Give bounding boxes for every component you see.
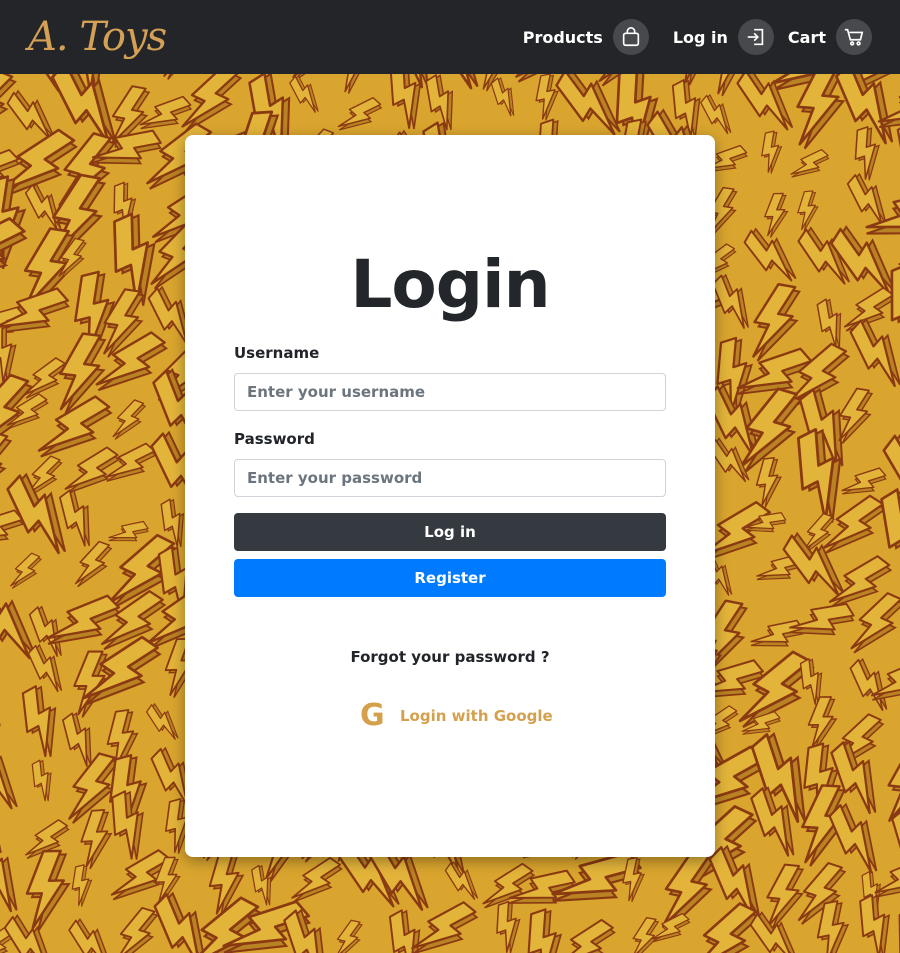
username-input[interactable] xyxy=(234,373,666,411)
lightning-bolt-icon xyxy=(700,93,732,135)
lightning-bolt-icon xyxy=(0,531,18,603)
password-input[interactable] xyxy=(234,459,666,497)
lightning-bolt-icon xyxy=(111,790,144,860)
navbar: A. Toys Products Log in Cart xyxy=(0,0,900,74)
google-login-link[interactable]: G Login with Google xyxy=(360,698,553,733)
lightning-bolt-icon xyxy=(338,74,367,94)
lightning-bolt-icon xyxy=(74,540,113,588)
lightning-bolt-icon xyxy=(115,906,159,953)
lightning-bolt-icon xyxy=(807,696,838,751)
login-arrow-icon xyxy=(737,19,774,55)
username-label: Username xyxy=(234,344,320,362)
lightning-bolt-icon xyxy=(766,863,805,931)
lightning-bolt-icon xyxy=(838,387,874,444)
brand-logo[interactable]: A. Toys xyxy=(28,14,167,60)
login-button[interactable]: Log in xyxy=(234,513,666,551)
lightning-bolt-icon xyxy=(3,914,54,953)
nav-login-label: Log in xyxy=(672,27,728,47)
lightning-bolt-icon xyxy=(761,130,783,174)
lightning-bolt-icon xyxy=(527,908,563,953)
lightning-bolt-icon xyxy=(10,552,42,589)
lightning-bolt-icon xyxy=(797,190,819,232)
lightning-bolt-icon xyxy=(71,864,93,907)
register-button[interactable]: Register xyxy=(234,559,666,597)
password-label: Password xyxy=(234,430,315,448)
lightning-bolt-icon xyxy=(896,696,900,757)
shopping-bag-icon xyxy=(612,19,649,55)
lightning-bolt-icon xyxy=(496,900,521,953)
lightning-bolt-icon xyxy=(890,74,900,76)
lightning-bolt-icon xyxy=(0,838,18,913)
nav-products-label: Products xyxy=(522,27,603,47)
lightning-bolt-icon xyxy=(31,759,52,802)
lightning-bolt-icon xyxy=(764,192,789,238)
lightning-bolt-icon xyxy=(755,456,783,508)
cart-icon xyxy=(836,19,872,55)
lightning-bolt-icon xyxy=(112,399,147,440)
lightning-bolt-icon xyxy=(68,917,112,953)
nav-cart-link[interactable]: Cart xyxy=(788,19,872,55)
google-login-label: Login with Google xyxy=(400,706,553,725)
lightning-bolt-icon xyxy=(162,74,201,80)
lightning-bolt-icon xyxy=(25,849,71,933)
lightning-bolt-icon xyxy=(849,317,900,388)
lightning-bolt-icon xyxy=(796,74,846,150)
lightning-bolt-icon xyxy=(790,148,830,178)
lightning-bolt-icon xyxy=(80,809,113,870)
nav-cart-label: Cart xyxy=(787,27,826,47)
lightning-bolt-icon xyxy=(335,919,363,953)
lightning-bolt-icon xyxy=(146,702,179,740)
lightning-bolt-icon xyxy=(444,861,479,900)
nav-links: Products Log in Cart xyxy=(523,19,872,55)
google-g-icon: G xyxy=(360,698,385,733)
nav-login-link[interactable]: Log in xyxy=(673,19,774,55)
lightning-bolt-icon xyxy=(859,894,890,953)
lightning-bolt-icon xyxy=(557,918,616,953)
page-title: Login xyxy=(350,246,550,323)
lightning-bolt-icon xyxy=(289,74,319,113)
nav-products-link[interactable]: Products xyxy=(523,19,649,55)
forgot-password-link[interactable]: Forgot your password ? xyxy=(0,648,900,666)
lightning-bolt-icon xyxy=(631,916,660,953)
lightning-bolt-icon xyxy=(0,740,18,810)
